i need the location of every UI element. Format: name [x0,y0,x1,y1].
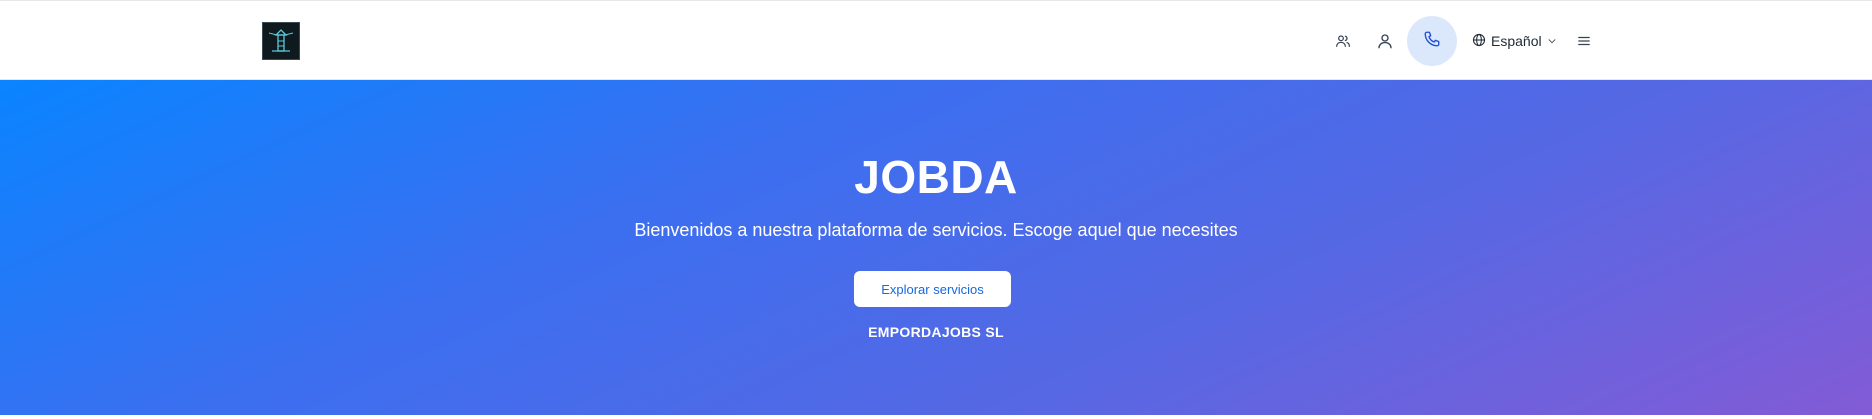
hero-section: JOBDA Bienvenidos a nuestra plataforma d… [0,80,1872,415]
phone-button[interactable] [1407,16,1457,66]
top-navbar: Español [0,0,1872,80]
language-selector[interactable]: Español [1472,29,1557,53]
globe-icon [1472,33,1486,50]
hero-title: JOBDA [854,151,1018,203]
hero-subtitle: Bienvenidos a nuestra plataforma de serv… [634,220,1238,240]
lighthouse-logo-icon[interactable] [262,22,300,60]
explore-services-button[interactable]: Explorar servicios [854,271,1011,307]
language-label: Español [1491,33,1542,49]
user-icon[interactable] [1365,21,1405,61]
phone-icon [1423,30,1441,53]
users-icon[interactable] [1323,21,1363,61]
chevron-down-icon [1547,33,1557,49]
menu-icon[interactable] [1564,21,1604,61]
company-name: EMPORDAJOBS SL [868,324,1004,340]
